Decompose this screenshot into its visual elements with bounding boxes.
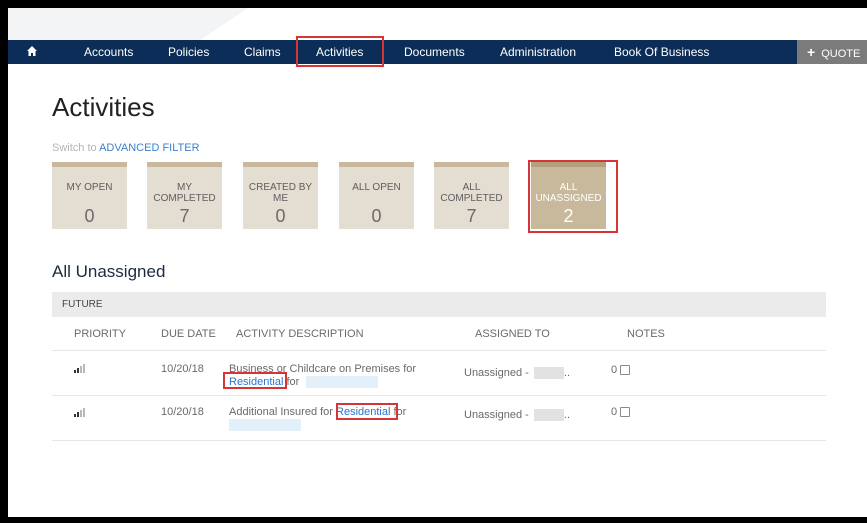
tile-label: ALL COMPLETED <box>440 182 503 204</box>
main-navbar: Accounts Policies Claims Activities Docu… <box>8 36 867 67</box>
redacted-name <box>306 376 379 389</box>
col-header-priority[interactable]: PRIORITY <box>74 328 126 340</box>
tile-count: 7 <box>179 206 190 226</box>
tile-created-by-me[interactable]: CREATED BY ME 0 <box>243 162 318 229</box>
unassigned-tile-highlight <box>528 160 618 233</box>
switch-prefix: Switch to <box>52 142 97 154</box>
tile-my-open[interactable]: MY OPEN 0 <box>52 162 127 229</box>
assigned-text: Unassigned - <box>464 367 529 379</box>
notes-count: 0 <box>611 406 618 418</box>
tile-label: ALL OPEN <box>352 182 401 193</box>
row-due-date: 10/20/18 <box>161 406 204 418</box>
advanced-filter-link[interactable]: ADVANCED FILTER <box>99 142 199 154</box>
row-description: Additional Insured for Residential for <box>229 406 439 432</box>
row-description-for: for <box>286 376 300 388</box>
nav-administration[interactable]: Administration <box>500 40 576 64</box>
filter-switch: Switch to ADVANCED FILTER <box>52 142 200 154</box>
row-assigned-to: Unassigned - .. <box>464 409 571 422</box>
col-header-due-date[interactable]: DUE DATE <box>161 328 216 340</box>
row-description-text: Additional Insured for <box>229 406 333 418</box>
note-icon <box>620 365 631 376</box>
row-due-date: 10/20/18 <box>161 363 204 375</box>
redacted-assignee <box>533 409 564 422</box>
tile-label: MY OPEN <box>66 182 113 193</box>
nav-claims[interactable]: Claims <box>244 40 281 64</box>
nav-policies[interactable]: Policies <box>168 40 209 64</box>
screen-frame-bottom <box>0 517 867 523</box>
priority-icon <box>74 408 85 417</box>
tile-all-completed[interactable]: ALL COMPLETED 7 <box>434 162 509 229</box>
col-header-assigned-to[interactable]: ASSIGNED TO <box>475 328 550 340</box>
tile-my-completed[interactable]: MY COMPLETED 7 <box>147 162 222 229</box>
residential-highlight <box>223 372 287 389</box>
tile-all-open[interactable]: ALL OPEN 0 <box>339 162 414 229</box>
row-divider <box>52 350 826 351</box>
page-title: Activities <box>52 92 155 122</box>
section-title: All Unassigned <box>52 262 166 281</box>
assigned-text: Unassigned - <box>464 409 529 421</box>
quote-button[interactable]: + QUOTE <box>797 40 867 64</box>
nav-documents[interactable]: Documents <box>404 40 465 64</box>
nav-accounts[interactable]: Accounts <box>84 40 133 64</box>
residential-highlight <box>336 403 398 420</box>
nav-book-of-business[interactable]: Book Of Business <box>614 40 709 64</box>
notes-count: 0 <box>611 364 618 376</box>
screen-frame-left <box>0 0 8 523</box>
decorative-shade <box>8 8 248 40</box>
group-label: FUTURE <box>62 299 103 310</box>
tile-count: 0 <box>275 206 286 226</box>
col-header-activity-description[interactable]: ACTIVITY DESCRIPTION <box>236 328 364 340</box>
note-icon <box>620 407 631 418</box>
col-header-notes[interactable]: NOTES <box>627 328 665 340</box>
row-notes[interactable]: 0 <box>611 406 631 418</box>
tile-count: 0 <box>84 206 95 226</box>
redacted-name <box>229 419 301 432</box>
screen-frame-top <box>0 0 867 8</box>
row-notes[interactable]: 0 <box>611 364 631 376</box>
tile-label: MY COMPLETED <box>153 182 216 204</box>
browser-top-area <box>8 8 867 40</box>
group-header-future: FUTURE <box>52 292 826 317</box>
table-bottom-line <box>52 440 826 441</box>
tile-count: 7 <box>466 206 477 226</box>
home-button[interactable] <box>26 40 42 64</box>
activities-highlight <box>296 36 384 67</box>
tile-count: 0 <box>371 206 382 226</box>
redacted-assignee <box>533 367 564 380</box>
tile-label: CREATED BY ME <box>248 182 313 204</box>
plus-icon: + <box>807 44 816 60</box>
quote-label: QUOTE <box>821 48 861 60</box>
home-icon <box>27 46 37 56</box>
row-assigned-to: Unassigned - .. <box>464 367 571 380</box>
row-divider <box>52 395 826 396</box>
priority-icon <box>74 364 85 373</box>
